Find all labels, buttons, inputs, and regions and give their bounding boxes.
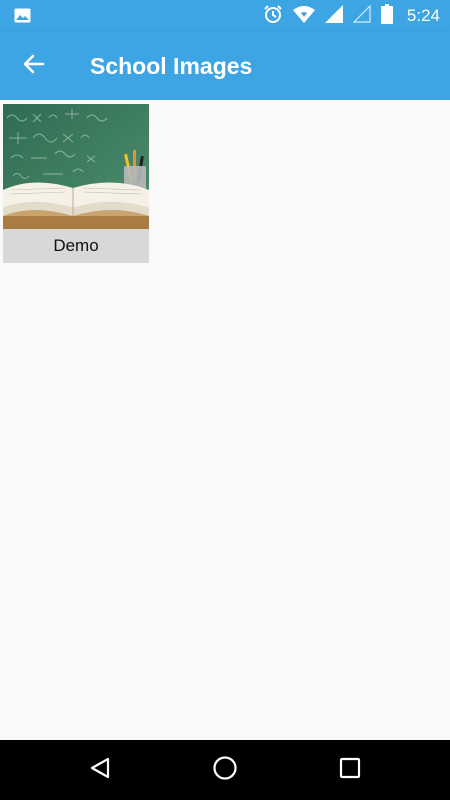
grid-item-demo[interactable]: Demo bbox=[3, 104, 149, 263]
nav-back-button[interactable] bbox=[80, 750, 120, 790]
navigation-bar bbox=[0, 740, 450, 800]
signal-icon bbox=[324, 4, 343, 28]
grid-item-caption: Demo bbox=[3, 229, 149, 263]
back-button[interactable] bbox=[14, 46, 54, 86]
status-icons: 5:24 bbox=[263, 0, 440, 32]
classroom-book-image bbox=[3, 104, 149, 229]
battery-icon bbox=[380, 3, 393, 29]
recents-square-icon bbox=[339, 757, 361, 784]
back-triangle-icon bbox=[89, 756, 111, 785]
status-bar: 5:24 bbox=[0, 0, 450, 32]
app-bar: School Images bbox=[0, 32, 450, 100]
image-notification-icon bbox=[14, 8, 31, 23]
arrow-back-icon bbox=[23, 53, 45, 80]
wifi-icon bbox=[292, 5, 315, 28]
signal-empty-icon bbox=[352, 4, 371, 28]
home-circle-icon bbox=[212, 755, 238, 786]
image-grid: Demo bbox=[0, 100, 450, 740]
alarm-icon bbox=[263, 4, 283, 29]
nav-home-button[interactable] bbox=[205, 750, 245, 790]
nav-recents-button[interactable] bbox=[330, 750, 370, 790]
status-time: 5:24 bbox=[406, 6, 440, 25]
page-title: School Images bbox=[90, 53, 253, 79]
